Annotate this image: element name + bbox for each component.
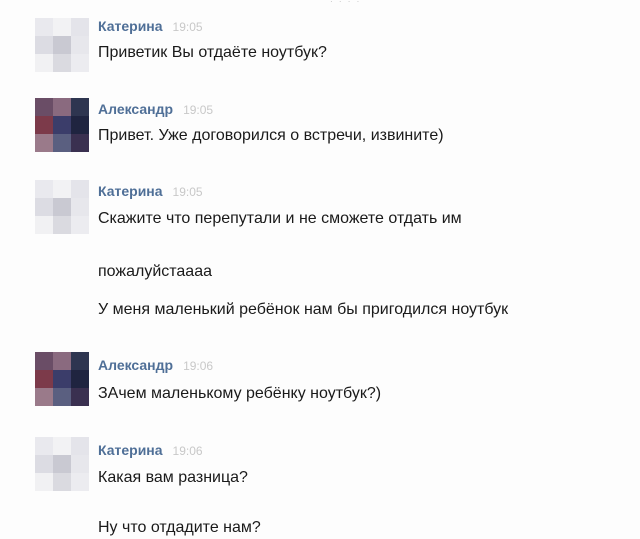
avatar-pixel (35, 134, 53, 152)
avatar-pixel (53, 198, 71, 216)
avatar-pixel (35, 18, 53, 36)
avatar-pixel (35, 352, 53, 370)
avatar-pixel (71, 18, 89, 36)
avatar-pixel (53, 180, 71, 198)
message-header: Катерина 19:05 (98, 18, 203, 38)
sender-name[interactable]: Александр (98, 357, 173, 373)
header-fragment: · · · · (330, 0, 362, 6)
message-text: Приветик Вы отдаёте ноутбук? (98, 44, 327, 61)
avatar-pixel (35, 198, 53, 216)
avatar-pixel (35, 180, 53, 198)
avatar-pixel (53, 116, 71, 134)
avatar-pixel (71, 216, 89, 234)
sender-name[interactable]: Катерина (98, 183, 163, 199)
avatar-pixel (53, 98, 71, 116)
message-header: Александр 19:06 (98, 357, 213, 377)
avatar-pixel (53, 473, 71, 491)
timestamp: 19:05 (172, 20, 203, 34)
avatar-pixel (53, 370, 71, 388)
avatar-pixel (71, 455, 89, 473)
message-header: Катерина 19:05 (98, 183, 203, 203)
avatar-pixel (71, 473, 89, 491)
sender-name[interactable]: Александр (98, 101, 173, 117)
avatar-pixel (35, 437, 53, 455)
message-header: Катерина 19:06 (98, 442, 203, 462)
timestamp: 19:06 (183, 359, 214, 373)
avatar-pixel (71, 370, 89, 388)
avatar-pixel (35, 370, 53, 388)
avatar-pixel (35, 388, 53, 406)
avatar-pixel (71, 54, 89, 72)
avatar-pixel (35, 116, 53, 134)
avatar-pixel (71, 388, 89, 406)
avatar[interactable] (35, 437, 89, 491)
avatar[interactable] (35, 18, 89, 72)
avatar-pixel (71, 116, 89, 134)
timestamp: 19:05 (183, 103, 214, 117)
chat-window: · · · · Катерина 19:05 Приветик Вы отдаёт… (0, 0, 640, 539)
avatar-pixel (53, 352, 71, 370)
timestamp: 19:05 (172, 185, 203, 199)
message-text: Скажите что перепутали и не сможете отда… (98, 210, 462, 227)
avatar-pixel (35, 54, 53, 72)
avatar-pixel (53, 437, 71, 455)
avatar-pixel (35, 473, 53, 491)
avatar-pixel (53, 54, 71, 72)
avatar-pixel (71, 134, 89, 152)
avatar-pixel (53, 216, 71, 234)
avatar-pixel (53, 36, 71, 54)
message-text: пожалуйстаааа (98, 263, 212, 280)
avatar-pixel (35, 36, 53, 54)
message-text: Привет. Уже договорился о встречи, извин… (98, 127, 444, 144)
avatar[interactable] (35, 98, 89, 152)
avatar[interactable] (35, 180, 89, 234)
avatar-pixel (35, 98, 53, 116)
sender-name[interactable]: Катерина (98, 442, 163, 458)
avatar[interactable] (35, 352, 89, 406)
message-text: У меня маленький ребёнок нам бы пригодил… (98, 301, 509, 318)
avatar-pixel (71, 36, 89, 54)
avatar-pixel (53, 455, 71, 473)
message-text: ЗАчем маленькому ребёнку ноутбук?) (98, 385, 382, 402)
avatar-pixel (71, 198, 89, 216)
avatar-pixel (71, 98, 89, 116)
avatar-pixel (53, 18, 71, 36)
sender-name[interactable]: Катерина (98, 18, 163, 34)
avatar-pixel (71, 352, 89, 370)
avatar-pixel (53, 388, 71, 406)
timestamp: 19:06 (172, 444, 203, 458)
avatar-pixel (53, 134, 71, 152)
message-text: Какая вам разница? (98, 469, 248, 486)
message-text: Ну что отдадите нам? (98, 519, 261, 536)
avatar-pixel (35, 455, 53, 473)
avatar-pixel (35, 216, 53, 234)
avatar-pixel (71, 437, 89, 455)
avatar-pixel (71, 180, 89, 198)
message-header: Александр 19:05 (98, 101, 213, 121)
